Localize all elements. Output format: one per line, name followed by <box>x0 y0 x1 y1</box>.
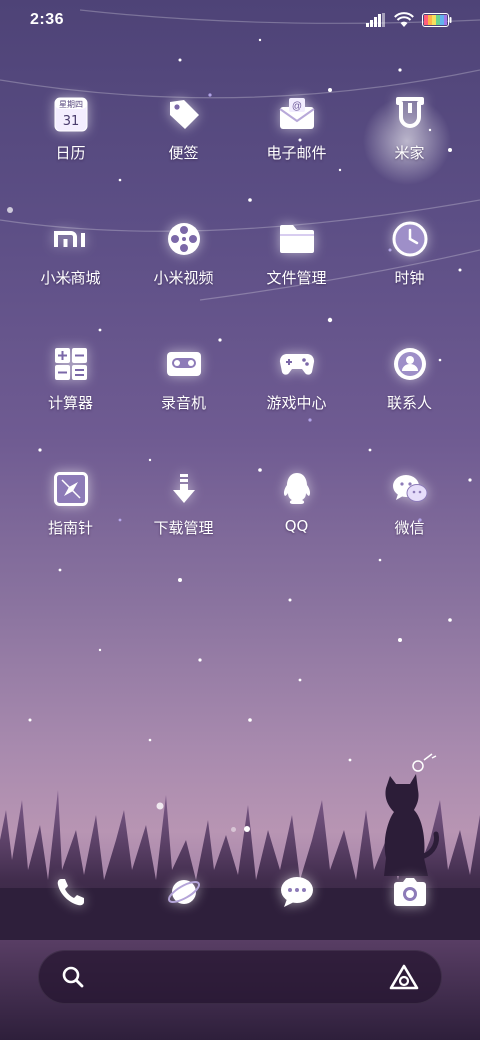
app-calendar[interactable]: 星期四 31 日历 <box>14 92 127 166</box>
app-label: 日历 <box>55 144 86 162</box>
dock-camera[interactable] <box>353 862 466 922</box>
assistant-icon[interactable] <box>389 964 419 990</box>
app-contacts[interactable]: 联系人 <box>353 342 466 416</box>
page-dot-active[interactable] <box>243 826 250 832</box>
app-label: 下载管理 <box>153 519 214 537</box>
search-icon[interactable] <box>61 965 85 989</box>
message-icon <box>277 872 317 912</box>
search-input[interactable] <box>99 951 375 1003</box>
cat-silhouette <box>384 753 439 876</box>
app-label: 微信 <box>394 519 425 537</box>
app-notes[interactable]: 便签 <box>127 92 240 166</box>
app-label: 计算器 <box>47 394 93 412</box>
cassette-icon <box>162 342 206 386</box>
wifi-icon <box>394 12 414 27</box>
folder-icon <box>275 217 319 261</box>
app-label: 便签 <box>168 144 199 162</box>
download-icon <box>162 467 206 511</box>
dock-browser[interactable] <box>127 862 240 922</box>
page-indicator <box>0 824 480 834</box>
qq-penguin-icon <box>275 467 319 511</box>
dock <box>14 862 466 922</box>
app-calculator[interactable]: 计算器 <box>14 342 127 416</box>
wechat-icon <box>388 467 432 511</box>
app-label: 游戏中心 <box>266 394 327 412</box>
signal-icon <box>366 13 385 27</box>
camera-icon <box>390 872 430 912</box>
app-mi-store[interactable]: 小米商城 <box>14 217 127 291</box>
status-icons <box>366 12 452 28</box>
notes-tag-icon <box>162 92 206 136</box>
app-qq[interactable]: QQ <box>240 467 353 541</box>
calendar-weekday: 星期四 <box>59 100 83 109</box>
page-dot[interactable] <box>230 826 236 832</box>
app-label: 小米视频 <box>153 269 214 287</box>
calendar-icon: 星期四 31 <box>49 92 93 136</box>
app-wechat[interactable]: 微信 <box>353 467 466 541</box>
app-download-manager[interactable]: 下载管理 <box>127 467 240 541</box>
search-bar[interactable] <box>38 950 442 1004</box>
calendar-day: 31 <box>62 114 79 129</box>
battery-icon <box>422 13 452 27</box>
dock-messages[interactable] <box>240 862 353 922</box>
calculator-icon <box>49 342 93 386</box>
app-label: 米家 <box>394 144 425 162</box>
app-label: 指南针 <box>47 519 93 537</box>
app-grid: 星期四 31 日历 便签 @ 电子邮件 米家 小米商城 小米视频 文件管理 时钟… <box>14 92 466 541</box>
app-mijia[interactable]: 米家 <box>353 92 466 166</box>
app-game-center[interactable]: 游戏中心 <box>240 342 353 416</box>
app-label: 小米商城 <box>40 269 101 287</box>
app-label: QQ <box>284 517 309 535</box>
contact-icon <box>388 342 432 386</box>
status-time: 2:36 <box>30 11 65 28</box>
app-email[interactable]: @ 电子邮件 <box>240 92 353 166</box>
app-recorder[interactable]: 录音机 <box>127 342 240 416</box>
app-label: 时钟 <box>394 269 425 287</box>
email-icon: @ <box>275 92 319 136</box>
app-label: 录音机 <box>160 394 206 412</box>
app-label: 电子邮件 <box>266 144 327 162</box>
app-clock[interactable]: 时钟 <box>353 217 466 291</box>
status-bar: 2:36 <box>0 0 480 40</box>
svg-text:@: @ <box>291 101 301 112</box>
app-mi-video[interactable]: 小米视频 <box>127 217 240 291</box>
film-reel-icon <box>162 217 206 261</box>
app-label: 文件管理 <box>266 269 327 287</box>
clock-icon <box>388 217 432 261</box>
compass-icon <box>49 467 93 511</box>
gamepad-icon <box>275 342 319 386</box>
dock-phone[interactable] <box>14 862 127 922</box>
app-file-manager[interactable]: 文件管理 <box>240 217 353 291</box>
mi-store-icon <box>49 217 93 261</box>
app-compass[interactable]: 指南针 <box>14 467 127 541</box>
browser-planet-icon <box>164 872 204 912</box>
mijia-icon <box>388 92 432 136</box>
phone-icon <box>51 872 91 912</box>
app-label: 联系人 <box>386 394 432 412</box>
